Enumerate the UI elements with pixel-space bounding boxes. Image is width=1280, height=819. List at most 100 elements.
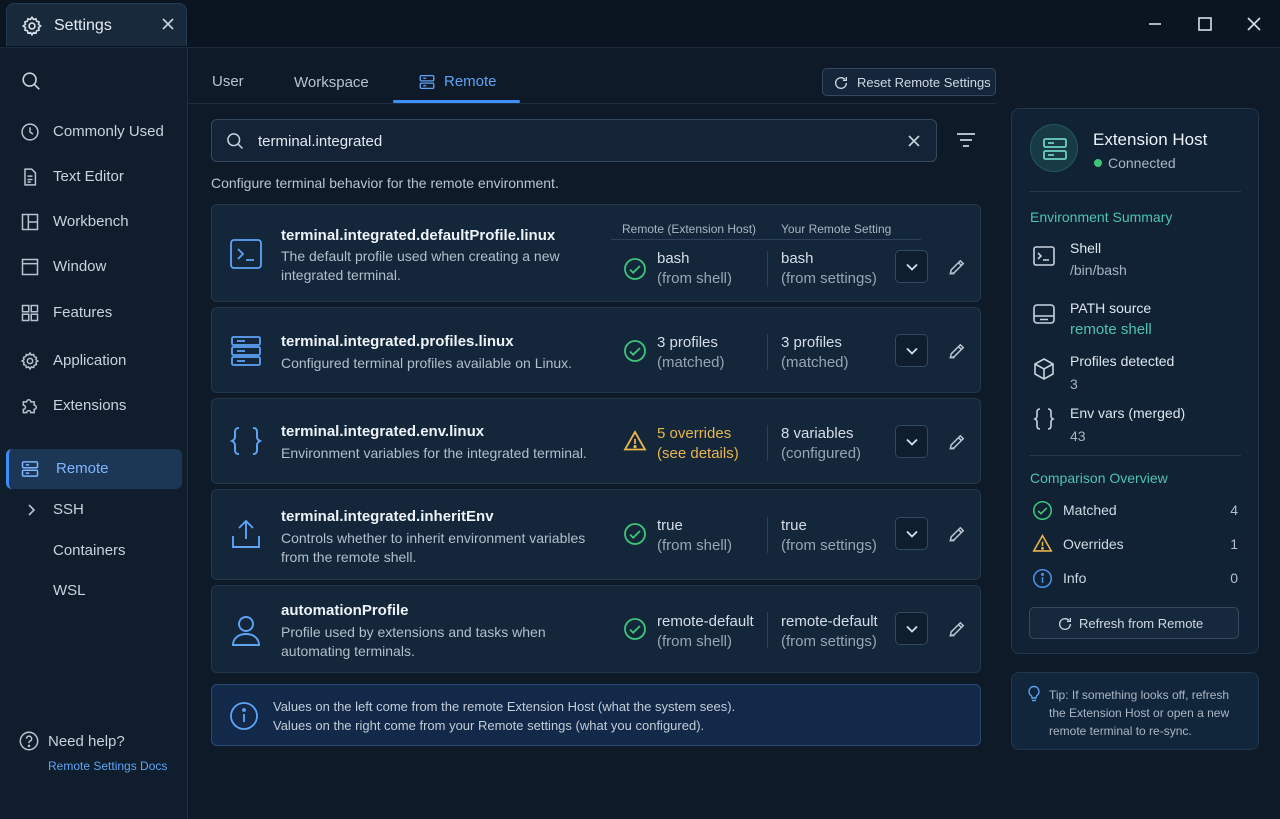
grid-icon (20, 303, 40, 323)
setting-title: terminal.integrated.inheritEnv (281, 508, 494, 525)
settings-tab-title: Settings (54, 17, 112, 34)
your-value-source: (from settings) (781, 270, 877, 287)
your-value: bash (from settings) (781, 249, 877, 289)
env-vars-value: 43 (1070, 428, 1086, 444)
setting-description: The default profile used when creating a… (281, 248, 560, 283)
value-divider (767, 517, 768, 553)
setting-title: automationProfile (281, 602, 409, 619)
refresh-button-label: Refresh from Remote (1079, 616, 1204, 631)
remote-value: remote-default (from shell) (657, 612, 754, 652)
sidebar-subitem-containers[interactable]: Containers (53, 542, 126, 559)
minimize-icon[interactable] (1143, 12, 1167, 36)
refresh-icon (833, 75, 849, 91)
setting-description: Profile used by extensions and tasks whe… (281, 624, 546, 659)
sidebar: Commonly Used Text Editor Workbench Wind… (0, 48, 188, 819)
tab-workspace[interactable]: Workspace (294, 74, 369, 91)
maximize-icon[interactable] (1193, 12, 1217, 36)
overrides-label: Overrides (1063, 536, 1124, 552)
server-list-icon (229, 335, 263, 367)
path-icon (1032, 302, 1056, 326)
value-dropdown-button[interactable] (895, 425, 928, 458)
sidebar-subitem-wsl[interactable]: WSL (53, 582, 86, 599)
help-docs-link[interactable]: Remote Settings Docs (48, 759, 167, 773)
sidebar-item-workbench[interactable]: Workbench (6, 202, 182, 242)
value-divider (767, 425, 768, 461)
sidebar-subitem-ssh[interactable]: SSH (53, 501, 84, 518)
value-dropdown-button[interactable] (895, 334, 928, 367)
search-icon[interactable] (20, 70, 42, 92)
filter-icon[interactable] (955, 130, 977, 150)
refresh-from-remote-button[interactable]: Refresh from Remote (1029, 607, 1239, 639)
settings-search-input[interactable]: terminal.integrated (211, 119, 937, 162)
env-vars-label: Env vars (merged) (1070, 405, 1186, 421)
sidebar-item-window[interactable]: Window (6, 247, 182, 287)
tab-user[interactable]: User (212, 73, 244, 90)
sidebar-item-label: Features (53, 304, 113, 321)
edit-pencil-icon[interactable] (947, 257, 967, 277)
edit-pencil-icon[interactable] (947, 619, 967, 639)
value-dropdown-button[interactable] (895, 517, 928, 550)
edit-pencil-icon[interactable] (947, 524, 967, 544)
remote-value: true (from shell) (657, 516, 732, 556)
matched-count: 4 (1230, 502, 1238, 518)
environment-summary-heading: Environment Summary (1030, 209, 1173, 225)
value-dropdown-button[interactable] (895, 612, 928, 645)
chevron-right-icon[interactable] (26, 503, 38, 517)
terminal-icon (229, 238, 263, 270)
check-circle-icon (623, 522, 647, 546)
your-value-source: (from settings) (781, 537, 877, 554)
check-circle-icon (623, 257, 647, 281)
lightbulb-icon (1026, 685, 1042, 703)
edit-pencil-icon[interactable] (947, 341, 967, 361)
server-icon (418, 73, 436, 91)
remote-value: 5 overrides (see details) (657, 424, 739, 464)
chevron-down-icon (906, 347, 918, 355)
value-divider (767, 251, 768, 287)
sidebar-item-remote[interactable]: Remote (6, 449, 182, 489)
edit-pencil-icon[interactable] (947, 432, 967, 452)
info-line-2: Values on the right come from your Remot… (273, 718, 705, 733)
value-dropdown-button[interactable] (895, 250, 928, 283)
connection-status: Connected (1108, 155, 1176, 171)
remote-value-source[interactable]: (see details) (657, 444, 739, 464)
sidebar-item-label: Commonly Used (53, 123, 164, 140)
info-banner: Values on the left come from the remote … (211, 684, 981, 746)
reset-remote-settings-button[interactable]: Reset Remote Settings (822, 68, 996, 96)
your-value: 8 variables (configured) (781, 424, 861, 464)
sidebar-item-application[interactable]: Application (6, 341, 182, 381)
remote-value-main: true (657, 517, 683, 534)
info-icon (1032, 568, 1053, 589)
sidebar-item-extensions[interactable]: Extensions (6, 386, 182, 426)
sidebar-item-commonly-used[interactable]: Commonly Used (6, 112, 182, 152)
your-value-main: 3 profiles (781, 334, 842, 351)
remote-value-source: (from shell) (657, 537, 733, 554)
your-value-source: (from settings) (781, 633, 877, 650)
search-value[interactable]: terminal.integrated (258, 133, 382, 150)
sidebar-item-label: Window (53, 258, 107, 275)
close-window-icon[interactable] (1242, 12, 1266, 36)
clear-search-icon[interactable] (907, 134, 921, 148)
title-bar (0, 0, 1280, 48)
layout-icon (20, 212, 40, 232)
help-label: Need help? (48, 733, 125, 750)
comparison-overview-heading: Comparison Overview (1030, 470, 1168, 486)
remote-value-main: remote-default (657, 613, 754, 630)
your-value-source: (matched) (781, 354, 849, 371)
info-line-1: Values on the left come from the remote … (273, 699, 736, 714)
info-count: 0 (1230, 570, 1238, 586)
your-value: true (from settings) (781, 516, 877, 556)
tip-text: Tip: If something looks off, refresh the… (1049, 688, 1230, 738)
sidebar-item-text-editor[interactable]: Text Editor (6, 157, 182, 197)
sidebar-item-label: Text Editor (53, 168, 124, 185)
warning-icon (1032, 533, 1053, 554)
sidebar-item-label: Remote (56, 460, 109, 477)
sidebar-item-features[interactable]: Features (6, 293, 182, 333)
info-label: Info (1063, 570, 1087, 586)
section-description: Configure terminal behavior for the remo… (211, 175, 559, 191)
puzzle-icon (20, 396, 40, 416)
close-tab-icon[interactable] (161, 17, 175, 31)
setting-card-profiles: terminal.integrated.profiles.linux Confi… (211, 307, 981, 393)
settings-editor-tab[interactable]: Settings (6, 3, 187, 46)
chevron-down-icon (906, 625, 918, 633)
setting-title: terminal.integrated.profiles.linux (281, 333, 514, 350)
